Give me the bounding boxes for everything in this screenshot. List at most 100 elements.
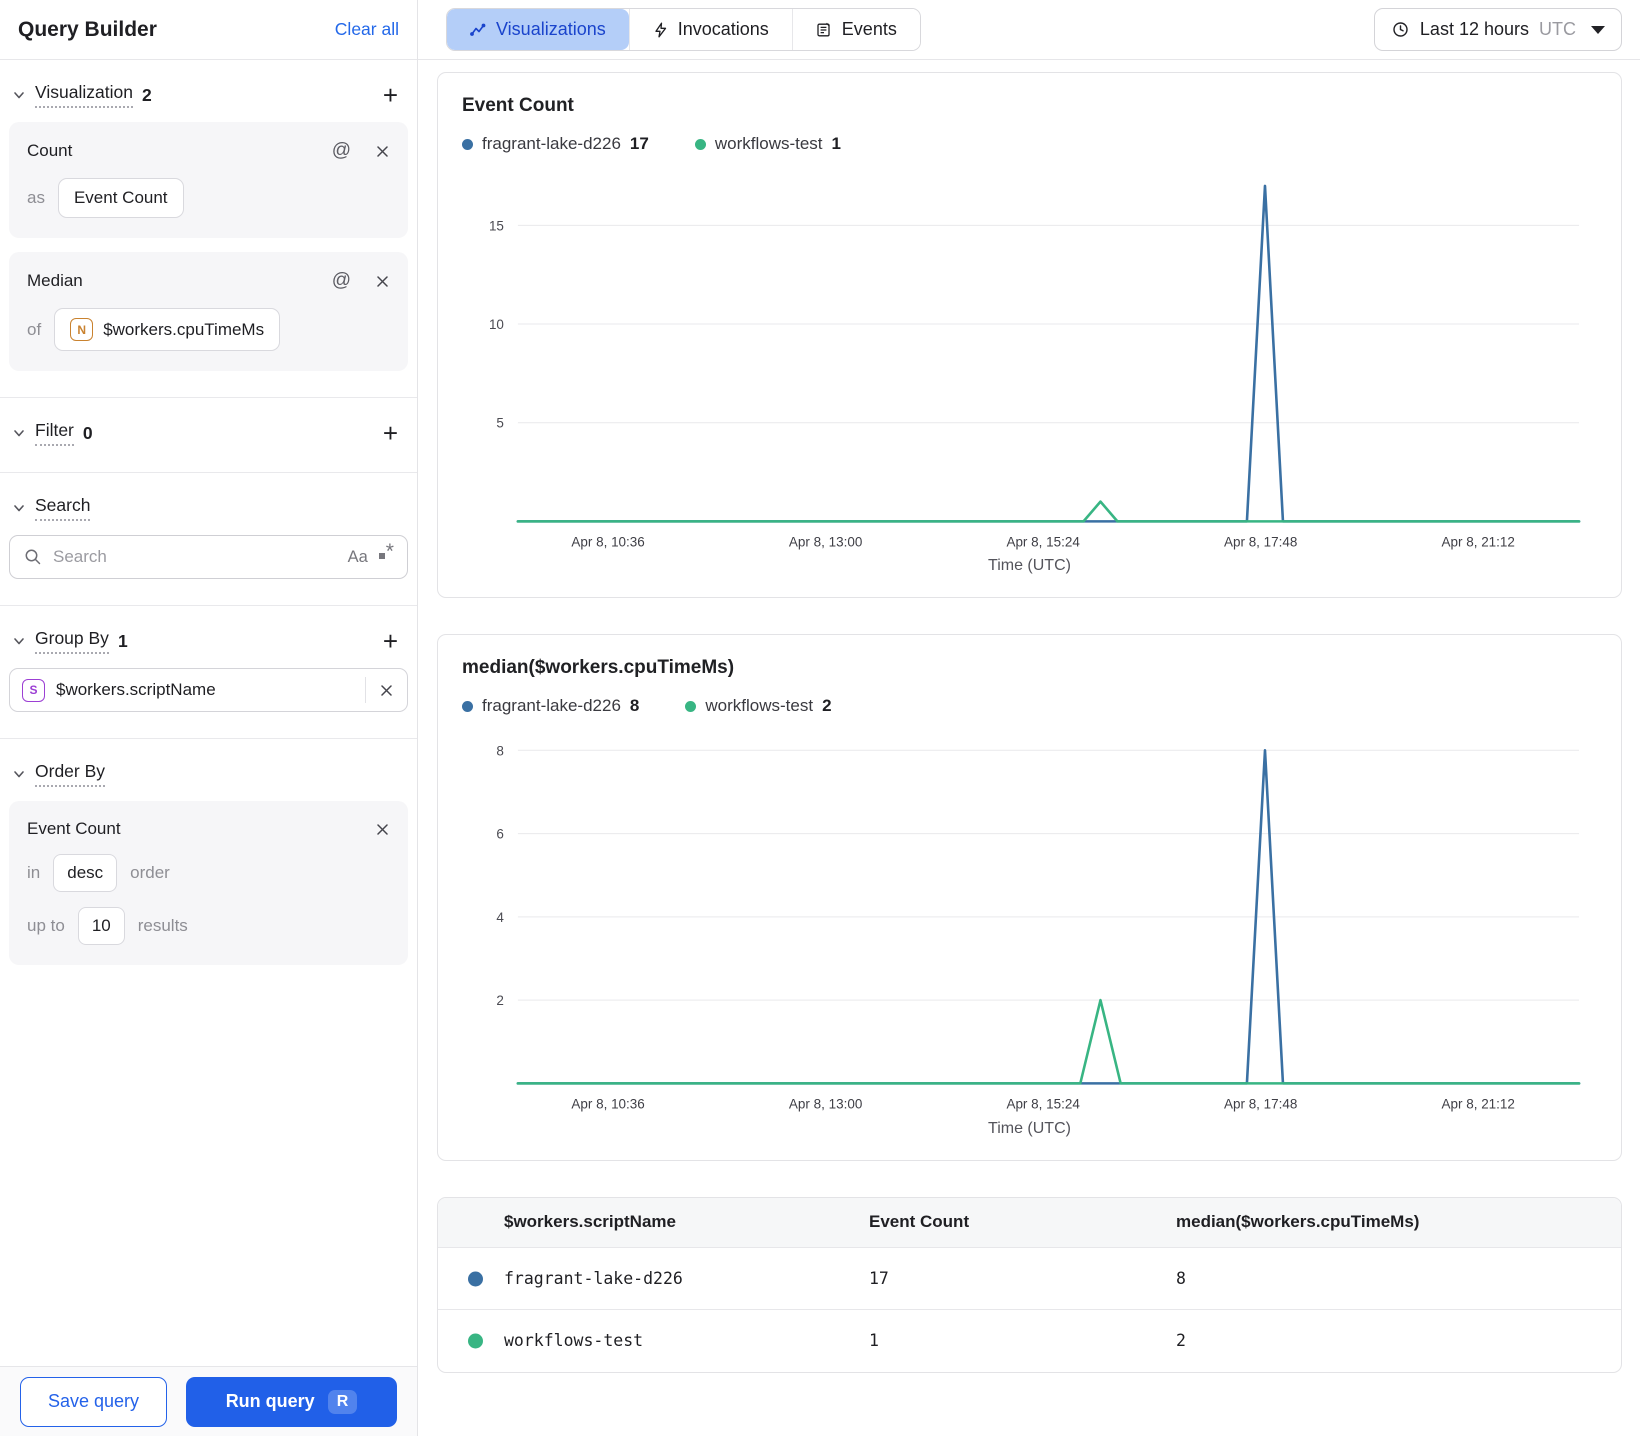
alias-at-icon[interactable]: @ [332, 140, 351, 162]
remove-count-button[interactable] [375, 144, 390, 159]
series-dot [468, 1333, 483, 1349]
time-range-selector[interactable]: Last 12 hours UTC [1373, 8, 1622, 51]
section-search: Search Aa * [0, 473, 417, 606]
chevron-down-icon[interactable] [12, 88, 26, 102]
cell-median: 2 [1176, 1330, 1186, 1350]
filter-section-label[interactable]: Filter [35, 420, 74, 446]
clear-all-button[interactable]: Clear all [335, 19, 399, 40]
x-axis-title: Time (UTC) [988, 1119, 1071, 1137]
legend-item[interactable]: workflows-test 2 [685, 696, 832, 716]
aggregation-card-count: Count @ as Event Count [9, 122, 408, 238]
group-by-item[interactable]: S $workers.scriptName [9, 668, 408, 712]
view-tabs: Visualizations Invocations Events [446, 8, 921, 51]
page-title: Query Builder [18, 17, 157, 41]
legend-dot [462, 700, 473, 712]
regex-button[interactable]: * [378, 541, 393, 562]
order-by-field-label: Event Count [27, 819, 121, 838]
lightning-icon [653, 22, 668, 38]
aggregation-card-median: Median @ of N $workers.cpuTimeMs [9, 252, 408, 371]
chevron-down-icon[interactable] [12, 767, 26, 781]
svg-text:5: 5 [496, 416, 504, 431]
svg-text:Apr 8, 13:00: Apr 8, 13:00 [789, 534, 862, 549]
chart-card-event-count: Event Count fragrant-lake-d226 17 workfl… [437, 72, 1622, 599]
tab-visualizations[interactable]: Visualizations [447, 9, 629, 50]
legend-dot [694, 138, 706, 150]
main-area: Visualizations Invocations Events Last 1… [418, 0, 1640, 1436]
svg-text:Apr 8, 10:36: Apr 8, 10:36 [571, 534, 644, 549]
svg-text:8: 8 [496, 744, 504, 759]
remove-median-button[interactable] [375, 274, 390, 289]
svg-text:Apr 8, 17:48: Apr 8, 17:48 [1224, 534, 1297, 549]
legend-name: workflows-test [714, 134, 823, 153]
svg-text:6: 6 [496, 827, 504, 842]
table-row[interactable]: workflows-test 1 2 [438, 1309, 1621, 1372]
svg-text:Apr 8, 15:24: Apr 8, 15:24 [1006, 1097, 1080, 1112]
content: Event Count fragrant-lake-d226 17 workfl… [418, 60, 1640, 1373]
chart-card-median-cputime: median($workers.cpuTimeMs) fragrant-lake… [437, 634, 1622, 1161]
series-dot [468, 1271, 483, 1287]
cell-median: 8 [1176, 1268, 1186, 1288]
add-filter-button[interactable]: + [379, 420, 402, 446]
alias-value-box[interactable]: Event Count [57, 178, 184, 218]
in-label: in [27, 863, 41, 882]
run-query-label: Run query [225, 1391, 315, 1411]
chart-title: median($workers.cpuTimeMs) [462, 657, 735, 679]
save-query-button[interactable]: Save query [20, 1376, 167, 1427]
chart-legend: fragrant-lake-d226 8 workflows-test 2 [462, 696, 1597, 716]
legend-dot [462, 138, 473, 150]
tab-invocations[interactable]: Invocations [628, 9, 792, 50]
remove-group-by-button[interactable] [366, 683, 407, 698]
line-chart-icon [470, 23, 486, 37]
legend-name: fragrant-lake-d226 [482, 134, 621, 153]
cell-event-count: 1 [869, 1330, 879, 1350]
add-group-by-button[interactable]: + [379, 628, 402, 654]
x-axis-title: Time (UTC) [988, 557, 1071, 575]
legend-value: 17 [629, 134, 649, 153]
visualization-section-label[interactable]: Visualization [35, 82, 133, 108]
order-label: order [130, 863, 170, 882]
legend-value: 8 [629, 696, 640, 716]
legend-dot [685, 700, 697, 712]
svg-text:Apr 8, 17:48: Apr 8, 17:48 [1224, 1097, 1297, 1112]
alias-value: Event Count [73, 188, 168, 207]
match-case-button[interactable]: Aa [348, 548, 368, 567]
group-by-count: 1 [117, 630, 128, 651]
svg-text:Apr 8, 21:12: Apr 8, 21:12 [1442, 534, 1515, 549]
add-visualization-button[interactable]: + [379, 82, 402, 108]
chevron-down-icon[interactable] [12, 501, 26, 515]
line-chart: 2 4 6 8 Apr 8, 10:36 Apr 8, 13:00 Apr 8, 15:24… [496, 744, 1581, 1112]
tab-label: Invocations [677, 19, 769, 39]
svg-text:Apr 8, 10:36: Apr 8, 10:36 [571, 1097, 644, 1112]
tab-events[interactable]: Events [791, 9, 920, 50]
search-input[interactable] [53, 547, 337, 567]
timezone-label: UTC [1539, 19, 1576, 39]
up-to-label: up to [27, 916, 65, 935]
search-section-label[interactable]: Search [35, 495, 91, 521]
legend-name: fragrant-lake-d226 [482, 696, 621, 716]
legend-value: 2 [822, 696, 832, 716]
legend-item[interactable]: fragrant-lake-d226 8 [462, 696, 639, 716]
line-chart: 5 10 15 Apr 8, 10:36 Apr 8, 13:00 Apr 8, 15:2… [489, 184, 1581, 549]
column-header-script-name: $workers.scriptName [438, 1197, 869, 1248]
legend-item[interactable]: fragrant-lake-d226 17 [462, 134, 649, 154]
sidebar-header: Query Builder Clear all [0, 0, 417, 60]
direction-box[interactable]: desc [53, 854, 118, 892]
cell-event-count: 17 [869, 1268, 889, 1288]
time-range-label: Last 12 hours [1419, 19, 1529, 39]
legend-item[interactable]: workflows-test 1 [694, 134, 841, 154]
order-by-section-label[interactable]: Order By [35, 761, 106, 787]
section-filter: Filter 0 + [0, 398, 417, 473]
remove-order-by-button[interactable] [375, 822, 390, 837]
chart-title: Event Count [462, 95, 574, 116]
table-row[interactable]: fragrant-lake-d226 17 8 [438, 1247, 1621, 1310]
search-icon [24, 548, 42, 566]
alias-at-icon[interactable]: @ [332, 270, 351, 292]
group-by-section-label[interactable]: Group By [35, 628, 109, 654]
field-value-box[interactable]: N $workers.cpuTimeMs [54, 308, 281, 351]
chevron-down-icon[interactable] [12, 634, 26, 648]
chevron-down-icon[interactable] [12, 426, 26, 440]
limit-box[interactable]: 10 [77, 907, 125, 945]
clipboard-icon [816, 22, 832, 38]
cell-script-name: workflows-test [504, 1330, 644, 1350]
run-query-button[interactable]: Run query R [185, 1376, 397, 1427]
